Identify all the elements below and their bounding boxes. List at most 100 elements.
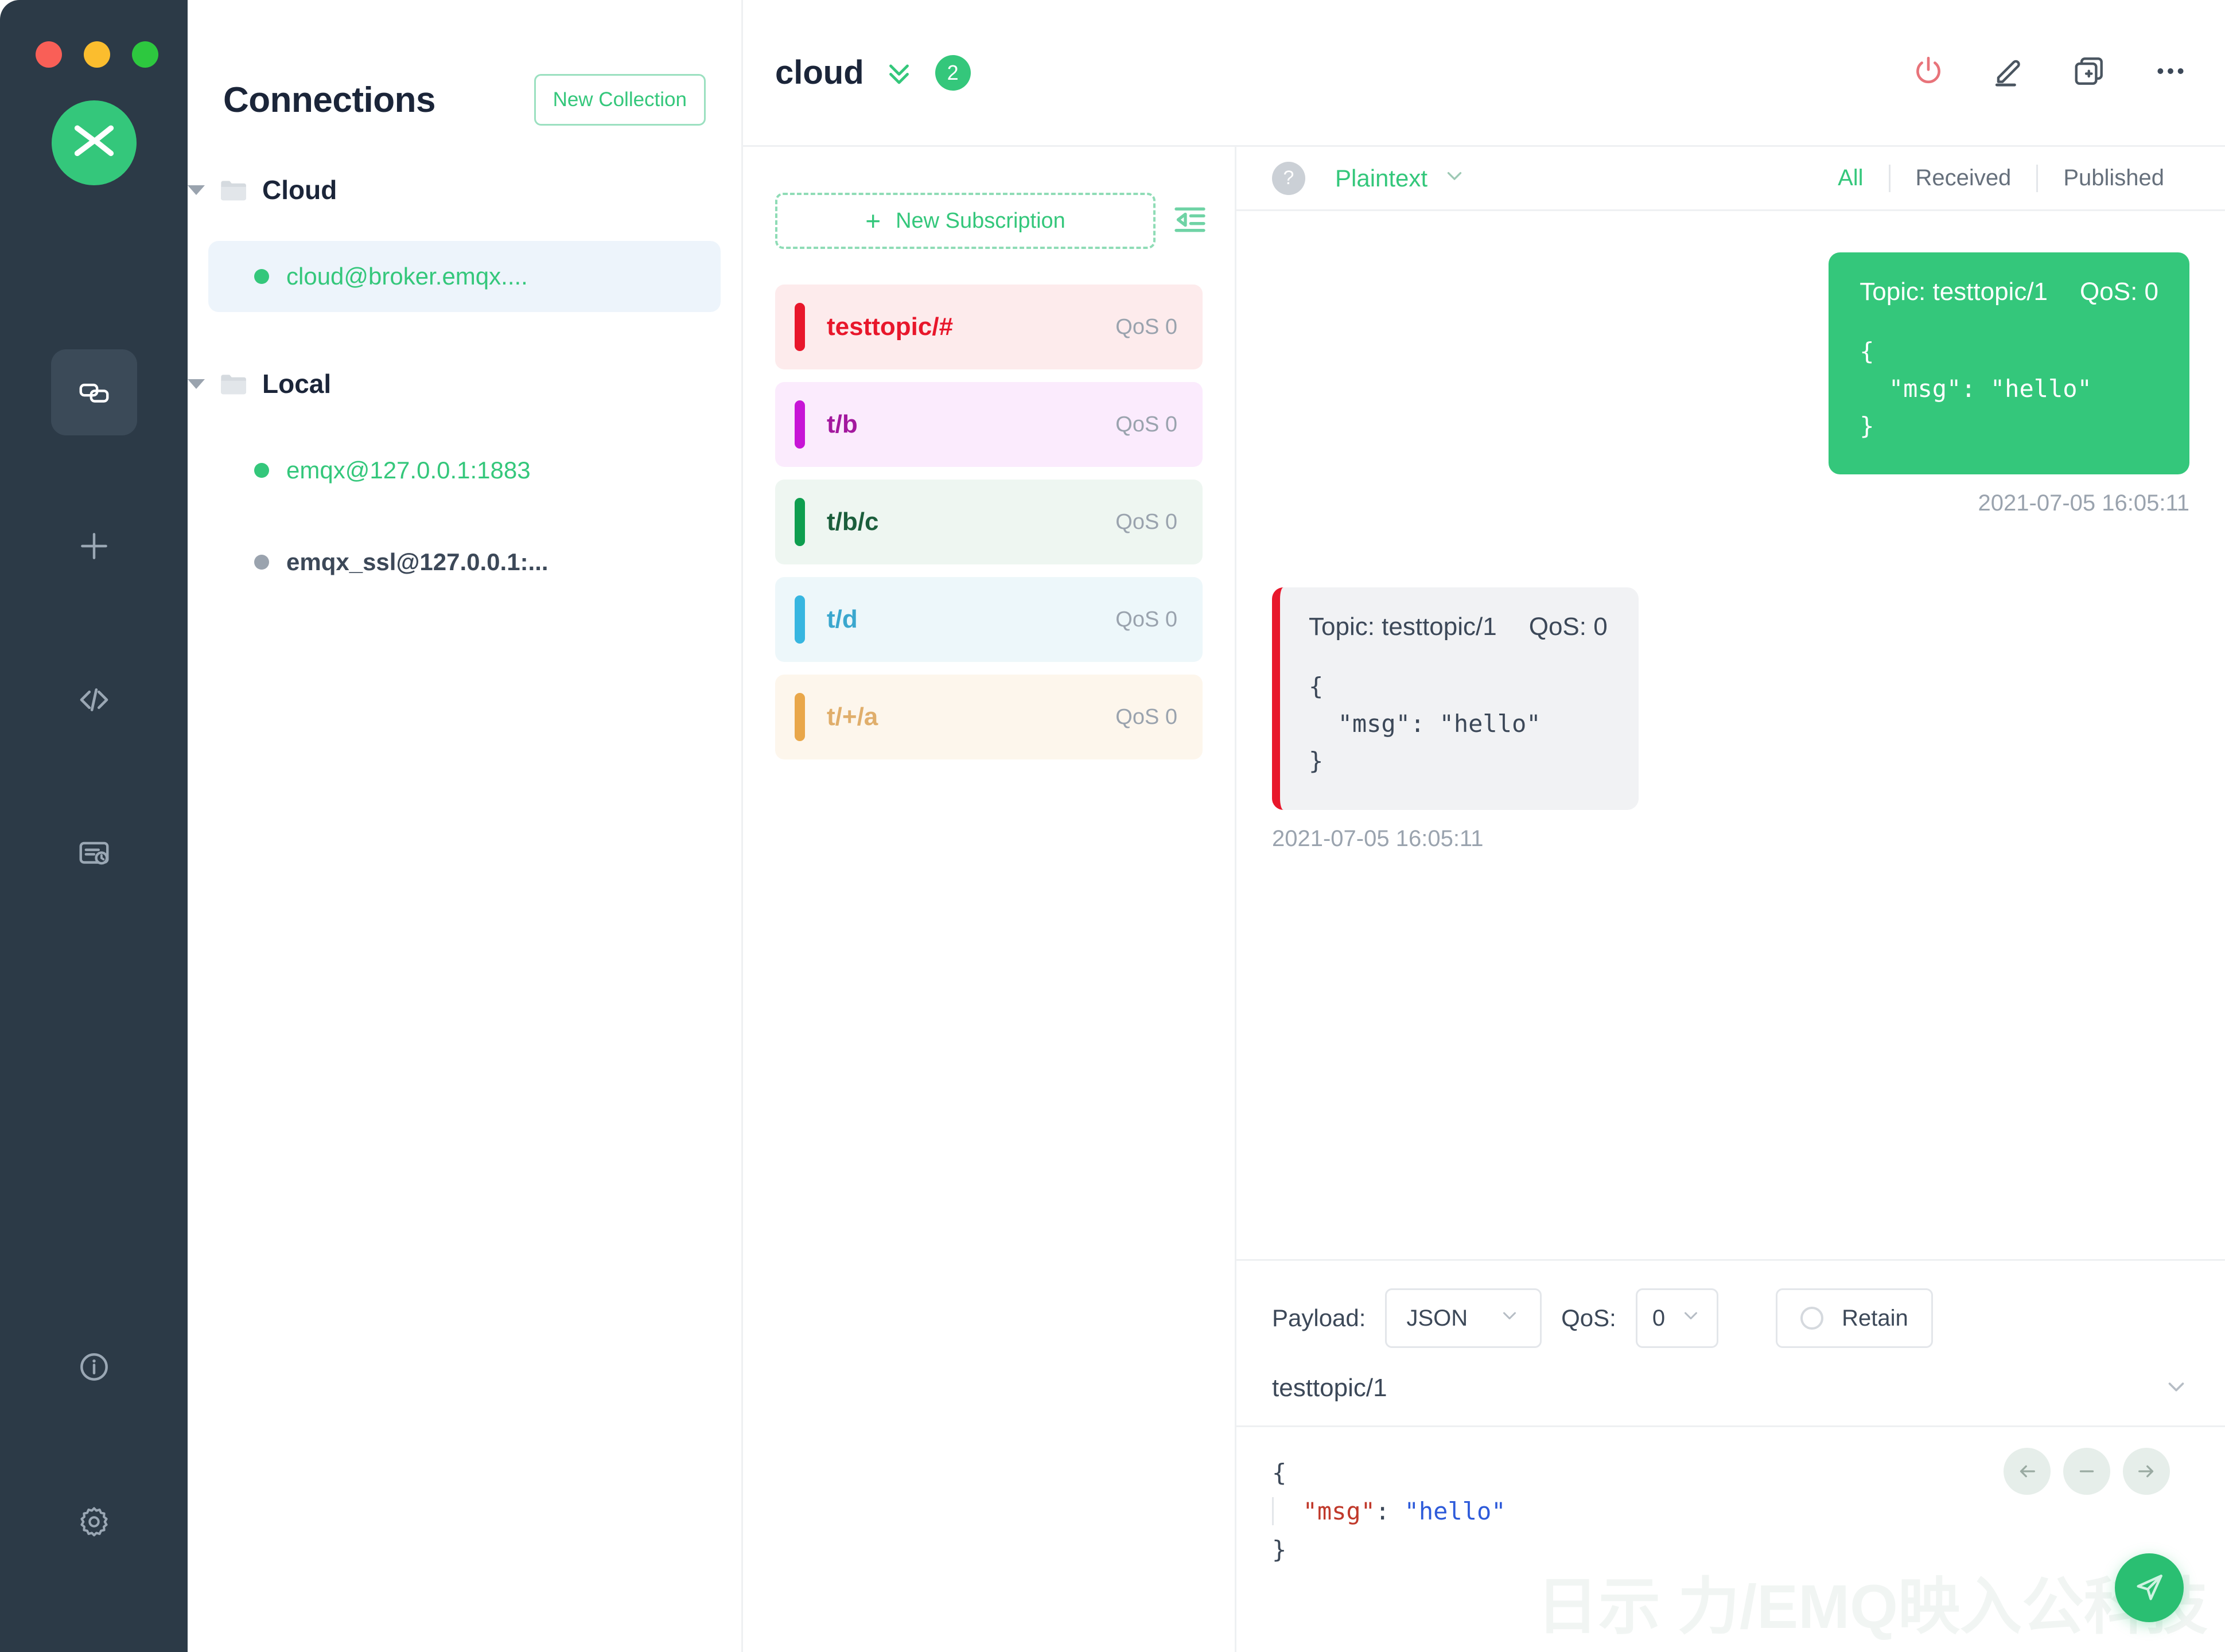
topbar-actions — [1911, 52, 2189, 93]
window-traffic-lights — [36, 41, 158, 68]
subscription-qos: QoS 0 — [1115, 704, 1177, 729]
plus-icon: + — [865, 206, 881, 236]
sidebar-item-log[interactable] — [51, 811, 137, 897]
subscription-color-bar — [795, 498, 805, 546]
code-key: "msg" — [1302, 1497, 1376, 1526]
close-button[interactable] — [36, 41, 62, 68]
chevron-down-icon — [1442, 163, 1467, 193]
question-mark-icon[interactable]: ? — [1272, 161, 1305, 195]
chevron-down-icon[interactable] — [188, 379, 205, 389]
sidebar-item-settings[interactable] — [51, 1479, 137, 1565]
connection-name: emqx@127.0.0.1:1883 — [286, 457, 531, 484]
watermark-text: 日示 力/EMQ映入公科技 — [1536, 1572, 2208, 1641]
message-count-badge: 2 — [935, 54, 971, 91]
retain-radio-icon — [1800, 1307, 1824, 1330]
new-subscription-button[interactable]: + New Subscription — [775, 193, 1156, 249]
more-horizontal-icon[interactable] — [2152, 52, 2189, 93]
message-timestamp: 2021-07-05 16:05:11 — [1272, 825, 1484, 851]
message-bubble-received[interactable]: Topic: testtopic/1 QoS: 0 { "msg": "hell… — [1272, 587, 1639, 810]
plus-icon — [80, 533, 107, 559]
new-collection-button[interactable]: New Collection — [534, 74, 706, 126]
edit-pencil-icon[interactable] — [1991, 53, 2026, 92]
subscription-qos: QoS 0 — [1115, 607, 1177, 632]
payload-editor[interactable]: { "msg": "hello" } 日示 力/EMQ映入公科技 — [1236, 1427, 2225, 1652]
subscription-color-bar — [795, 303, 805, 351]
tab-received[interactable]: Received — [1891, 165, 2037, 191]
message-qos: QoS: 0 — [2080, 278, 2158, 306]
collapse-left-icon[interactable] — [1172, 201, 1208, 241]
payload-format-label: Plaintext — [1335, 164, 1428, 192]
message-list[interactable]: Topic: testtopic/1 QoS: 0 { "msg": "hell… — [1236, 211, 2225, 1259]
status-dot-connected — [254, 269, 269, 284]
connection-title: cloud — [775, 54, 864, 91]
code-brace-close: } — [1272, 1536, 1287, 1564]
subscription-item[interactable]: t/b QoS 0 — [775, 382, 1203, 467]
message-bubble-published[interactable]: Topic: testtopic/1 QoS: 0 { "msg": "hell… — [1829, 252, 2189, 475]
subscription-topic: t/b/c — [827, 508, 879, 536]
chevron-down-icon — [1499, 1304, 1520, 1332]
minus-icon[interactable] — [2063, 1448, 2110, 1495]
subscription-item[interactable]: t/+/a QoS 0 — [775, 675, 1203, 759]
retain-checkbox[interactable]: Retain — [1776, 1288, 1933, 1348]
connection-name: emqx_ssl@127.0.0.1:... — [286, 548, 549, 575]
editor-nav-buttons — [2004, 1448, 2170, 1495]
sidebar-item-connections[interactable] — [50, 349, 137, 435]
message-header: Topic: testtopic/1 QoS: 0 — [1309, 613, 1608, 641]
folder-icon — [219, 177, 248, 202]
sidebar-item-about[interactable] — [51, 1324, 137, 1410]
payload-format-select[interactable]: JSON — [1385, 1288, 1542, 1348]
messages-toolbar: ? Plaintext All Received Published — [1236, 147, 2225, 211]
subscription-color-bar — [795, 595, 805, 644]
power-icon[interactable] — [1911, 53, 1946, 92]
chevron-down-icon[interactable] — [2163, 1373, 2189, 1402]
tab-published[interactable]: Published — [2038, 165, 2189, 191]
message-payload: { "msg": "hello" } — [1860, 337, 2092, 441]
folder-label: Cloud — [262, 175, 337, 205]
message-topic: Topic: testtopic/1 — [1860, 278, 2048, 306]
message-header: Topic: testtopic/1 QoS: 0 — [1860, 278, 2158, 306]
tab-all[interactable]: All — [1812, 165, 1888, 191]
connection-name: cloud@broker.emqx.... — [286, 263, 528, 290]
panes: + New Subscription testtopic/# QoS 0 t/b… — [743, 147, 2225, 1652]
subscription-item[interactable]: t/d QoS 0 — [775, 577, 1203, 662]
subscription-qos: QoS 0 — [1115, 412, 1177, 437]
connections-header: Connections New Collection — [188, 0, 741, 147]
left-rail — [0, 0, 188, 1652]
chevron-down-icon[interactable] — [188, 185, 205, 195]
connection-item-emqx-local[interactable]: emqx@127.0.0.1:1883 — [208, 435, 721, 506]
code-icon — [80, 688, 108, 711]
connection-item-emqx-ssl[interactable]: emqx_ssl@127.0.0.1:... — [208, 527, 721, 598]
message-row-received: Topic: testtopic/1 QoS: 0 { "msg": "hell… — [1272, 587, 2189, 851]
payload-format-value: JSON — [1406, 1305, 1468, 1331]
message-row-published: Topic: testtopic/1 QoS: 0 { "msg": "hell… — [1272, 252, 2189, 516]
subscription-topic: t/b — [827, 410, 858, 438]
status-dot-connected — [254, 463, 269, 478]
subscription-topic: testtopic/# — [827, 313, 954, 341]
publish-topic-row[interactable]: testtopic/1 — [1236, 1373, 2225, 1427]
subscription-item[interactable]: testtopic/# QoS 0 — [775, 285, 1203, 369]
sidebar-item-scripts[interactable] — [51, 657, 137, 743]
send-button[interactable] — [2115, 1553, 2184, 1622]
code-brace-open: { — [1272, 1459, 1287, 1487]
connections-panel: Connections New Collection Cloud cloud@b… — [188, 0, 743, 1652]
connection-item-cloud[interactable]: cloud@broker.emqx.... — [208, 241, 721, 312]
qos-select[interactable]: 0 — [1635, 1288, 1719, 1348]
new-window-icon[interactable] — [2071, 53, 2107, 92]
arrow-left-icon[interactable] — [2004, 1448, 2051, 1495]
minimize-button[interactable] — [84, 41, 110, 68]
sidebar-item-new[interactable] — [51, 503, 137, 589]
payload-format-selector[interactable]: Plaintext — [1335, 163, 1467, 193]
message-payload: { "msg": "hello" } — [1309, 672, 1541, 776]
log-history-icon — [79, 841, 108, 865]
arrow-right-icon[interactable] — [2123, 1448, 2170, 1495]
app-window: Connections New Collection Cloud cloud@b… — [0, 0, 2225, 1652]
maximize-button[interactable] — [132, 41, 158, 68]
rail-primary-icons — [0, 349, 188, 964]
publish-options: Payload: JSON QoS: 0 Retain — [1236, 1261, 2225, 1373]
publish-topic-input[interactable]: testtopic/1 — [1272, 1374, 2163, 1402]
subscription-item[interactable]: t/b/c QoS 0 — [775, 480, 1203, 564]
info-icon — [80, 1353, 108, 1381]
double-chevron-down-icon[interactable] — [882, 56, 916, 89]
